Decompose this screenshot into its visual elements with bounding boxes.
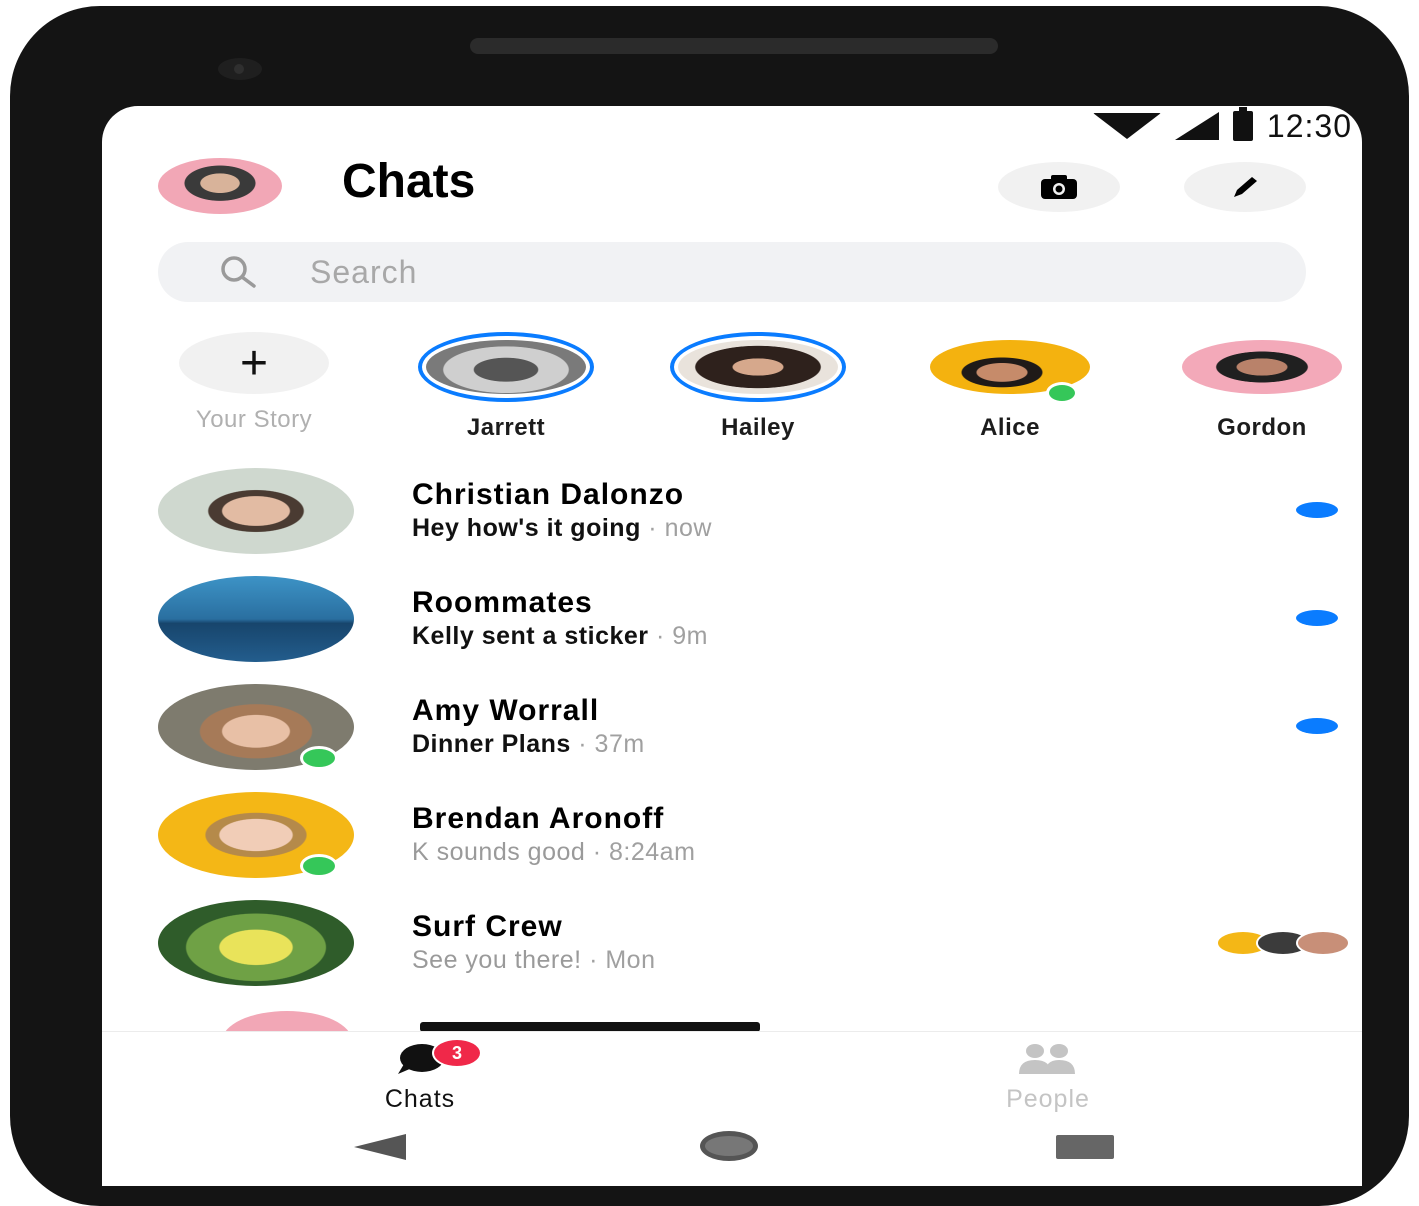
chat-preview: Dinner Plans · 37m: [412, 730, 645, 759]
story-avatar: [426, 340, 586, 394]
unread-indicator: [1296, 610, 1338, 626]
chat-time: · 9m: [655, 622, 708, 650]
front-camera: [218, 58, 262, 80]
pencil-icon: [1234, 177, 1257, 197]
tab-chats[interactable]: 3 Chats: [320, 1038, 520, 1114]
seen-avatar: [1296, 930, 1350, 956]
chat-preview: Kelly sent a sticker · 9m: [412, 622, 708, 651]
chat-row[interactable]: Amy Worrall Dinner Plans · 37m: [158, 684, 1338, 774]
story-avatar: [1182, 340, 1342, 394]
chat-message: Hey how's it going: [412, 514, 641, 542]
app-screen: 12:30 Chats Search + Your Story Jarrett …: [102, 106, 1362, 1186]
status-bar: 12:30: [1092, 107, 1352, 144]
story-label: Gordon: [1217, 414, 1307, 441]
online-indicator: [300, 746, 338, 770]
phone-frame: 12:30 Chats Search + Your Story Jarrett …: [10, 6, 1409, 1206]
chat-avatar: [158, 900, 354, 986]
chat-row[interactable]: Brendan Aronoff K sounds good · 8:24am: [158, 792, 1306, 882]
home-icon[interactable]: [700, 1131, 758, 1161]
recent-apps-icon[interactable]: [1056, 1135, 1114, 1159]
search-bar[interactable]: [158, 242, 1306, 302]
story-ring: [670, 332, 846, 402]
search-input[interactable]: [308, 252, 1012, 292]
chat-row[interactable]: Surf Crew See you there! · Mon: [158, 900, 1350, 990]
chat-avatar: [158, 468, 354, 554]
story-ring: [1174, 332, 1350, 402]
chat-preview: See you there! · Mon: [412, 946, 655, 975]
chat-message: See you there!: [412, 946, 582, 974]
unread-badge: 3: [432, 1038, 482, 1068]
tab-label: Chats: [384, 1085, 456, 1113]
profile-avatar[interactable]: [158, 158, 282, 214]
signal-icon: [1174, 112, 1219, 140]
tab-people[interactable]: People: [948, 1042, 1148, 1114]
people-icon: [1019, 1044, 1075, 1074]
story-label: Jarrett: [466, 414, 546, 441]
online-indicator: [1046, 382, 1078, 404]
chat-name: Christian Dalonzo: [412, 478, 685, 511]
chat-message: Dinner Plans: [412, 730, 571, 758]
camera-icon: [1041, 175, 1077, 199]
chat-time: · Mon: [589, 946, 656, 974]
story-your-story[interactable]: + Your Story: [164, 332, 344, 434]
add-story-button[interactable]: +: [179, 332, 329, 394]
story-alice[interactable]: Alice: [920, 332, 1100, 442]
online-indicator: [300, 854, 338, 878]
battery-icon: [1232, 107, 1253, 141]
story-label: Alice: [980, 414, 1040, 441]
story-gordon[interactable]: Gordon: [1172, 332, 1352, 442]
wifi-icon: [1092, 113, 1161, 139]
story-avatar: [678, 340, 838, 394]
chat-row[interactable]: Roommates Kelly sent a sticker · 9m: [158, 576, 1338, 666]
story-jarrett[interactable]: Jarrett: [416, 332, 596, 442]
unread-indicator: [1296, 502, 1338, 518]
chat-preview: Hey how's it going · now: [412, 514, 712, 543]
story-hailey[interactable]: Hailey: [668, 332, 848, 442]
chat-row[interactable]: Christian Dalonzo Hey how's it going · n…: [158, 468, 1338, 558]
chat-avatar: [158, 576, 354, 662]
speaker-grille: [470, 38, 998, 54]
chat-time: · now: [648, 514, 712, 542]
chat-name: Amy Worrall: [412, 694, 600, 727]
chat-message: Kelly sent a sticker: [412, 622, 649, 650]
chat-name: Surf Crew: [412, 910, 563, 943]
story-label: Hailey: [721, 414, 795, 441]
status-time: 12:30: [1266, 107, 1352, 144]
chat-name: Brendan Aronoff: [412, 802, 665, 835]
tab-label: People: [1006, 1085, 1090, 1113]
chat-name: Roommates: [412, 586, 593, 619]
back-icon[interactable]: [354, 1134, 406, 1160]
search-icon: [221, 256, 256, 288]
system-nav-bar: [102, 1126, 1362, 1186]
camera-button[interactable]: [998, 162, 1120, 212]
chat-message: K sounds good: [412, 838, 586, 866]
story-label: Your Story: [195, 406, 313, 433]
seen-by-avatars: [1216, 930, 1350, 956]
unread-indicator: [1296, 718, 1338, 734]
plus-icon: +: [239, 336, 269, 390]
chat-time: · 37m: [578, 730, 645, 758]
compose-button[interactable]: [1184, 162, 1306, 212]
story-ring: [922, 332, 1098, 404]
page-title: Chats: [342, 155, 476, 208]
chat-preview: K sounds good · 8:24am: [412, 838, 695, 867]
story-ring: [418, 332, 594, 402]
chat-time: · 8:24am: [592, 838, 696, 866]
